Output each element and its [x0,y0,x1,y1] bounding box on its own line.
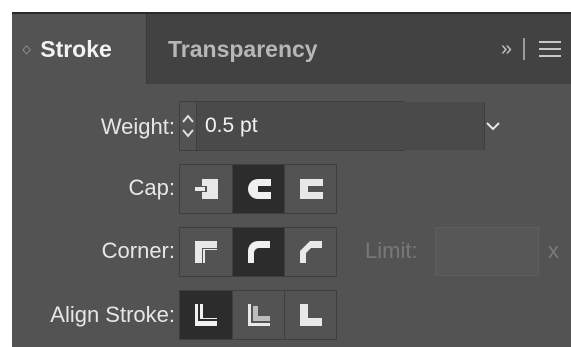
divider [523,38,525,60]
miter-join-icon [195,241,217,263]
align-center-button[interactable] [180,291,232,339]
align-stroke-label: Align Stroke: [50,302,175,327]
projecting-cap-icon [299,179,323,199]
align-inside-icon [247,304,270,326]
bevel-join-button[interactable] [284,228,336,276]
corner-buttons [179,227,337,277]
weight-dropdown[interactable] [484,102,501,150]
round-join-icon [247,241,270,263]
round-join-button[interactable] [232,228,284,276]
round-cap-icon [247,179,271,199]
stepper-arrows-icon[interactable] [180,112,196,140]
cap-label: Cap: [128,175,175,200]
butt-cap-button[interactable] [180,165,232,213]
limit-label: Limit: [365,238,418,263]
panel-menu-icon[interactable] [539,41,561,57]
chevron-down-icon [486,122,500,131]
corner-label: Corner: [101,238,175,263]
tab-transparency-label: Transparency [168,35,318,62]
tab-bar: ◇ Stroke Transparency » [12,14,571,84]
panel-controls: » [501,14,561,84]
miter-join-button[interactable] [180,228,232,276]
weight-label: Weight: [100,114,175,139]
tab-collapse-icon[interactable]: ◇ [22,43,30,55]
overflow-icon[interactable]: » [501,38,512,61]
weight-input[interactable] [197,102,484,150]
cap-buttons [179,164,337,214]
align-outside-button[interactable] [284,291,336,339]
tab-stroke[interactable]: ◇ Stroke [12,14,146,84]
projecting-cap-button[interactable] [284,165,336,213]
align-outside-icon [299,304,322,326]
bevel-join-icon [299,241,322,263]
tab-stroke-label: Stroke [40,35,112,62]
align-stroke-buttons [179,290,337,340]
limit-unit: x [548,238,559,263]
tab-transparency[interactable]: Transparency [146,14,346,84]
butt-cap-icon [195,179,218,199]
align-center-icon [195,304,217,326]
align-inside-button[interactable] [232,291,284,339]
weight-stepper[interactable] [180,102,197,150]
limit-input[interactable] [435,227,539,276]
stroke-panel: ◇ Stroke Transparency » Weight: 0.5 pt C… [12,12,571,347]
weight-control [179,101,500,151]
round-cap-button[interactable] [232,165,284,213]
